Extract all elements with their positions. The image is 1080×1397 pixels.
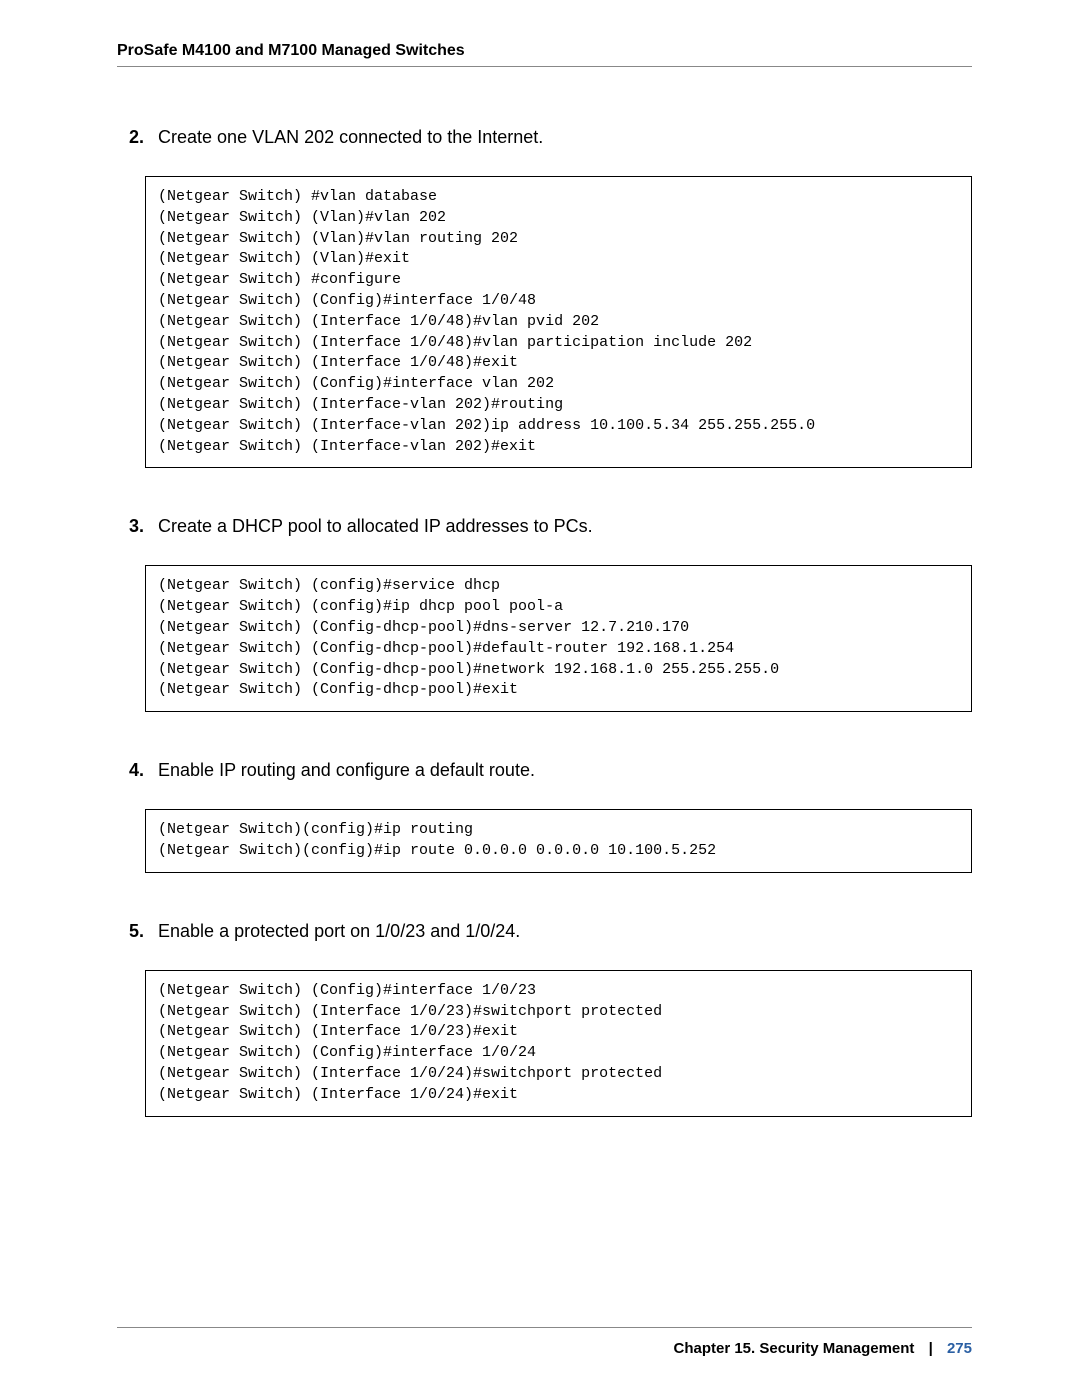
chapter-label: Chapter 15. Security Management (674, 1340, 915, 1357)
document-page: ProSafe M4100 and M7100 Managed Switches… (0, 0, 1080, 1397)
footer-separator: | (919, 1340, 943, 1357)
header-rule (117, 66, 972, 67)
footer-line: Chapter 15. Security Management | 275 (117, 1340, 972, 1357)
code-block: (Netgear Switch) #vlan database (Netgear… (145, 176, 972, 468)
step-line: 4. Enable IP routing and configure a def… (129, 760, 972, 781)
step-3: 3. Create a DHCP pool to allocated IP ad… (129, 516, 972, 712)
code-block: (Netgear Switch)(config)#ip routing (Net… (145, 809, 972, 873)
step-text: Enable IP routing and configure a defaul… (158, 760, 535, 781)
step-2: 2. Create one VLAN 202 connected to the … (129, 127, 972, 468)
step-number: 5. (129, 921, 144, 942)
step-text: Enable a protected port on 1/0/23 and 1/… (158, 921, 520, 942)
step-4: 4. Enable IP routing and configure a def… (129, 760, 972, 873)
code-block: (Netgear Switch) (config)#service dhcp (… (145, 565, 972, 712)
step-line: 3. Create a DHCP pool to allocated IP ad… (129, 516, 972, 537)
page-footer: Chapter 15. Security Management | 275 (117, 1327, 972, 1357)
page-number: 275 (947, 1340, 972, 1357)
document-header: ProSafe M4100 and M7100 Managed Switches (117, 42, 972, 60)
code-block: (Netgear Switch) (Config)#interface 1/0/… (145, 970, 972, 1117)
step-text: Create a DHCP pool to allocated IP addre… (158, 516, 593, 537)
step-line: 5. Enable a protected port on 1/0/23 and… (129, 921, 972, 942)
step-number: 4. (129, 760, 144, 781)
step-line: 2. Create one VLAN 202 connected to the … (129, 127, 972, 148)
step-text: Create one VLAN 202 connected to the Int… (158, 127, 543, 148)
step-number: 2. (129, 127, 144, 148)
steps-list: 2. Create one VLAN 202 connected to the … (117, 127, 972, 1117)
step-number: 3. (129, 516, 144, 537)
step-5: 5. Enable a protected port on 1/0/23 and… (129, 921, 972, 1117)
footer-rule (117, 1327, 972, 1328)
